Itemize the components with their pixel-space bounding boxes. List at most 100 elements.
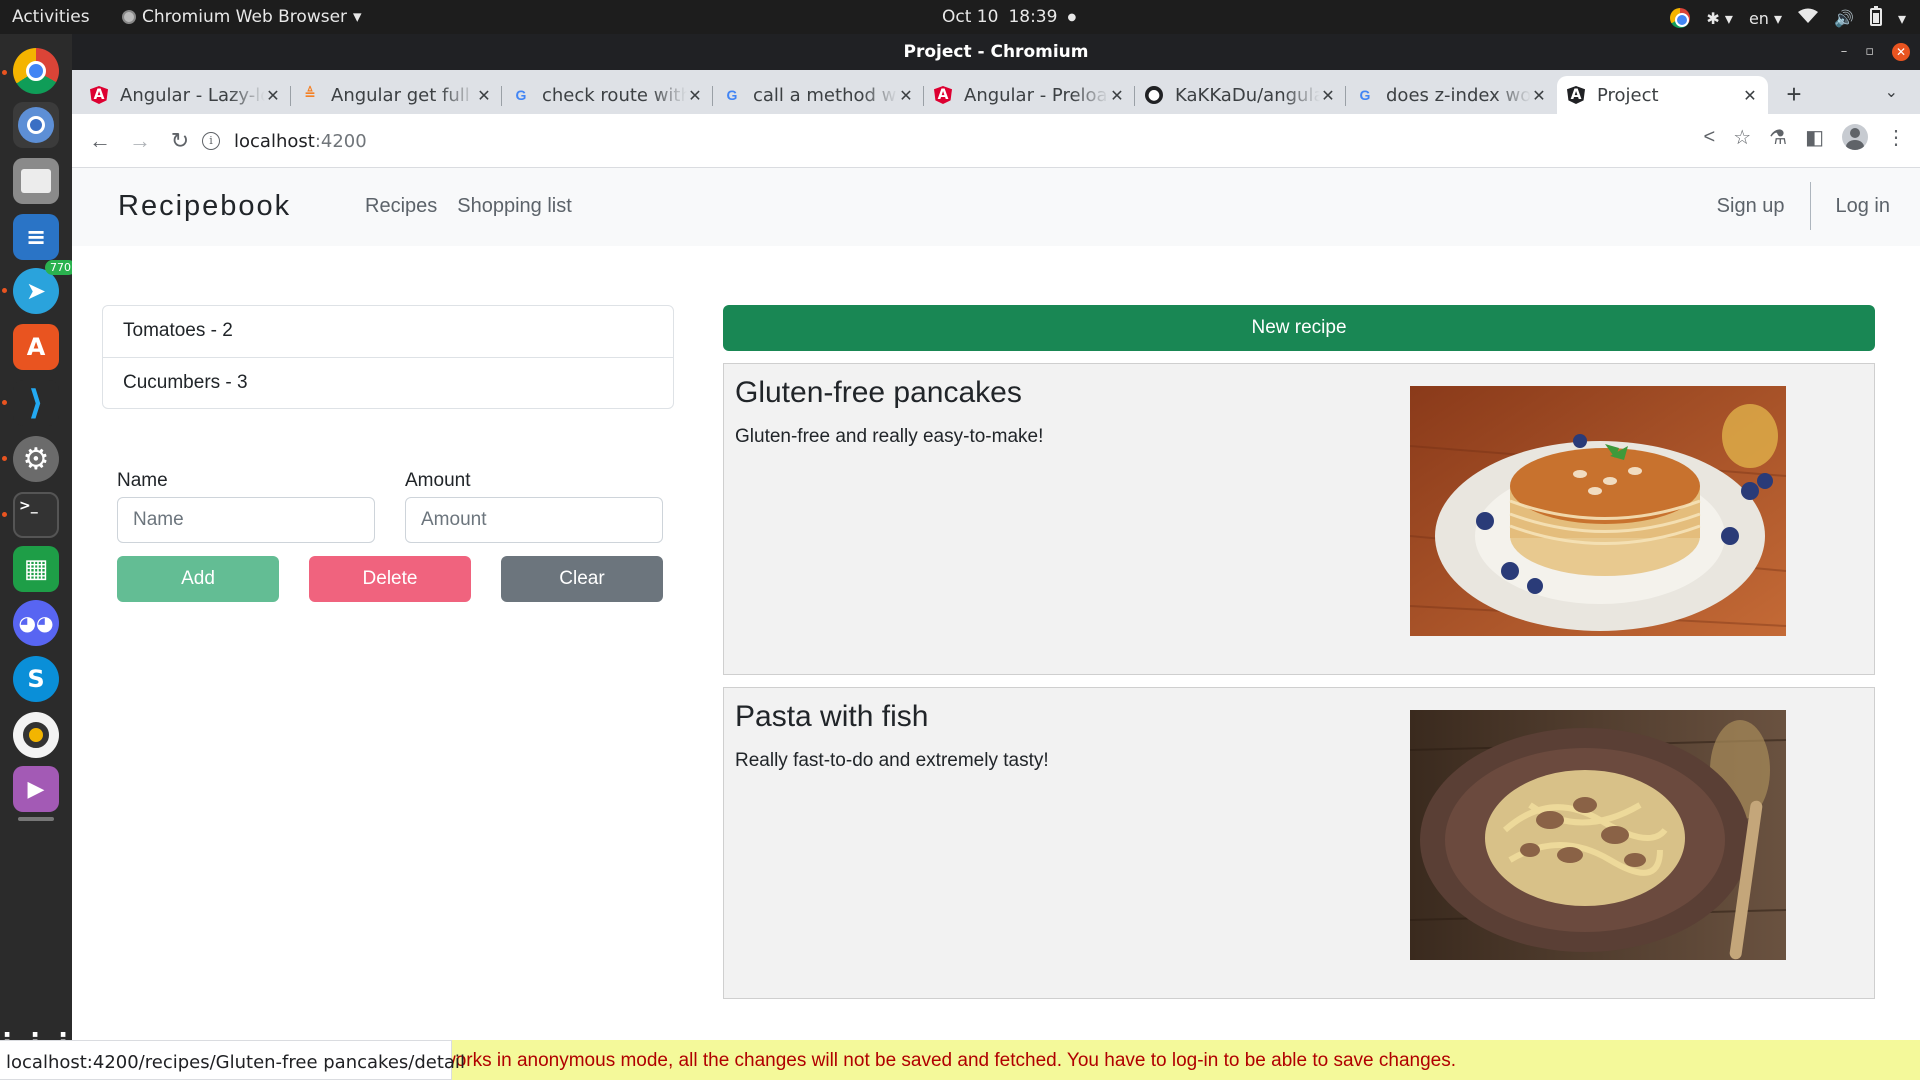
settings-gear-icon[interactable]: ⚙	[13, 436, 59, 482]
tab-angular-get-full-url[interactable]: ≜ Angular get full url ✕	[291, 76, 502, 114]
ingredient-item[interactable]: Cucumbers - 3	[103, 357, 673, 408]
notification-dot-icon: ●	[1067, 11, 1077, 23]
tab-angular-preloading[interactable]: A Angular - Preloading ✕	[924, 76, 1135, 114]
browser-window: Project - Chromium – ▫ ✕ A Angular - Laz…	[72, 34, 1920, 1080]
reload-button[interactable]: ↻	[160, 121, 200, 161]
tab-search-chevron-icon[interactable]: ⌄	[1885, 82, 1898, 102]
tab-close-icon[interactable]: ✕	[898, 86, 914, 105]
tab-angular-lazy-loading[interactable]: A Angular - Lazy-loading ✕	[80, 76, 291, 114]
tab-title: KaKKaDu/angular	[1175, 84, 1320, 106]
url-host: localhost	[234, 130, 315, 152]
ingredient-item[interactable]: Tomatoes - 2	[103, 306, 673, 357]
recipe-description: Really fast-to-do and extremely tasty!	[735, 750, 1049, 771]
tab-close-icon[interactable]: ✕	[265, 86, 281, 105]
volume-icon: 🔊	[1834, 8, 1854, 28]
amount-input[interactable]	[405, 497, 663, 543]
recipe-card[interactable]: Pasta with fish Really fast-to-do and ex…	[723, 687, 1875, 999]
skype-icon[interactable]: S	[13, 656, 59, 702]
calc-icon[interactable]: ▦	[13, 546, 59, 592]
clock-date: Oct 10	[942, 7, 999, 27]
dock-separator	[13, 814, 59, 824]
activities-button[interactable]: Activities	[12, 7, 90, 27]
recipe-title: Pasta with fish	[735, 700, 929, 733]
google-icon: G	[1359, 87, 1371, 103]
recipe-description: Gluten-free and really easy-to-make!	[735, 426, 1044, 447]
profile-avatar[interactable]	[1842, 124, 1868, 150]
add-button[interactable]: Add	[117, 556, 279, 602]
pasta-image	[1410, 710, 1786, 960]
extensions-icon[interactable]: ⚗	[1769, 125, 1787, 150]
tab-github[interactable]: ● KaKKaDu/angular ✕	[1135, 76, 1346, 114]
tab-close-icon[interactable]: ✕	[476, 86, 492, 105]
tab-close-icon[interactable]: ✕	[1320, 86, 1336, 105]
running-indicator	[2, 512, 7, 517]
new-tab-button[interactable]: +	[1774, 76, 1814, 114]
vscode-icon[interactable]: ⟩	[13, 380, 59, 426]
dock: ≡ ➤770 A ⟩ ⚙ >_ ▦ ◕◕ S ▶ ⋮⋮⋮	[0, 34, 76, 1080]
tab-z-index[interactable]: G does z-index work ✕	[1346, 76, 1557, 114]
site-info-icon[interactable]: i	[202, 132, 220, 150]
window-close-icon[interactable]: ✕	[1892, 43, 1910, 61]
chromium-icon[interactable]	[13, 102, 59, 148]
nav-recipes-link[interactable]: Recipes	[365, 195, 437, 218]
recipe-card[interactable]: Gluten-free pancakes Gluten-free and rea…	[723, 363, 1875, 675]
chrome-icon[interactable]	[13, 48, 59, 94]
bookmark-star-icon[interactable]: ☆	[1733, 125, 1751, 150]
brand-logo[interactable]: Recipebook	[118, 190, 291, 223]
running-indicator	[2, 288, 7, 293]
browser-toolbar: ← → ↻ i localhost:4200 < ☆ ⚗ ◧ ⋮	[72, 114, 1920, 168]
clear-button[interactable]: Clear	[501, 556, 663, 602]
chrome-tray-icon[interactable]	[1670, 8, 1691, 28]
language-label: en	[1748, 8, 1769, 28]
angular-icon: A	[1567, 86, 1585, 104]
login-link[interactable]: Log in	[1836, 195, 1891, 218]
delete-button[interactable]: Delete	[309, 556, 471, 602]
web-page: Recipebook Recipes Shopping list Sign up…	[72, 168, 1920, 1080]
recipe-title: Gluten-free pancakes	[735, 376, 1022, 409]
tab-strip: A Angular - Lazy-loading ✕ ≜ Angular get…	[72, 70, 1920, 114]
tab-check-route[interactable]: G check route with ✕	[502, 76, 713, 114]
google-icon: G	[726, 87, 738, 103]
battery-icon	[1869, 6, 1882, 30]
tab-close-icon[interactable]: ✕	[687, 86, 703, 105]
amount-label: Amount	[405, 470, 471, 491]
menu-kebab-icon[interactable]: ⋮	[1886, 125, 1906, 150]
video-player-icon[interactable]: ▶	[13, 766, 59, 812]
files-icon[interactable]	[13, 158, 59, 204]
clock[interactable]: Oct 10 18:39 ●	[942, 7, 1076, 27]
tab-project[interactable]: A Project ✕	[1557, 76, 1768, 114]
language-indicator[interactable]: en ▾	[1749, 9, 1782, 28]
chromium-icon	[122, 10, 136, 24]
tab-close-icon[interactable]: ✕	[1742, 86, 1758, 105]
back-button[interactable]: ←	[80, 121, 120, 161]
tab-title: Angular - Preloading	[964, 84, 1109, 106]
new-recipe-button[interactable]: New recipe	[723, 305, 1875, 351]
tab-close-icon[interactable]: ✕	[1109, 86, 1125, 105]
tab-close-icon[interactable]: ✕	[1531, 86, 1547, 105]
app-menu[interactable]: Chromium Web Browser ▾	[122, 7, 362, 27]
nav-shopping-list-link[interactable]: Shopping list	[457, 195, 572, 218]
tab-title: Project	[1597, 84, 1659, 106]
system-tray[interactable]: ✱ ▾ en ▾ 🔊 ▾	[1670, 6, 1906, 30]
terminal-icon[interactable]: >_	[13, 492, 59, 538]
maximize-icon[interactable]: ▫	[1865, 34, 1874, 70]
address-bar[interactable]: i localhost:4200	[202, 122, 1702, 160]
running-indicator	[2, 400, 7, 405]
tab-title: does z-index work	[1386, 84, 1531, 106]
discord-icon[interactable]: ◕◕	[13, 600, 59, 646]
side-panel-icon[interactable]: ◧	[1805, 125, 1824, 150]
share-icon[interactable]: <	[1704, 126, 1716, 149]
accessibility-icon[interactable]: ✱ ▾	[1706, 9, 1733, 28]
software-icon[interactable]: A	[13, 324, 59, 370]
tab-call-a-method[interactable]: G call a method when ✕	[713, 76, 924, 114]
telegram-icon[interactable]: ➤ 770	[13, 260, 76, 314]
pancakes-image	[1410, 386, 1786, 636]
writer-icon[interactable]: ≡	[13, 214, 59, 260]
signup-link[interactable]: Sign up	[1717, 195, 1785, 218]
rhythmbox-icon[interactable]	[13, 712, 59, 758]
forward-button[interactable]: →	[120, 121, 160, 161]
app-navbar: Recipebook Recipes Shopping list Sign up…	[72, 168, 1920, 246]
chevron-down-icon[interactable]: ▾	[1898, 9, 1906, 28]
minimize-icon[interactable]: –	[1841, 34, 1848, 70]
name-input[interactable]	[117, 497, 375, 543]
